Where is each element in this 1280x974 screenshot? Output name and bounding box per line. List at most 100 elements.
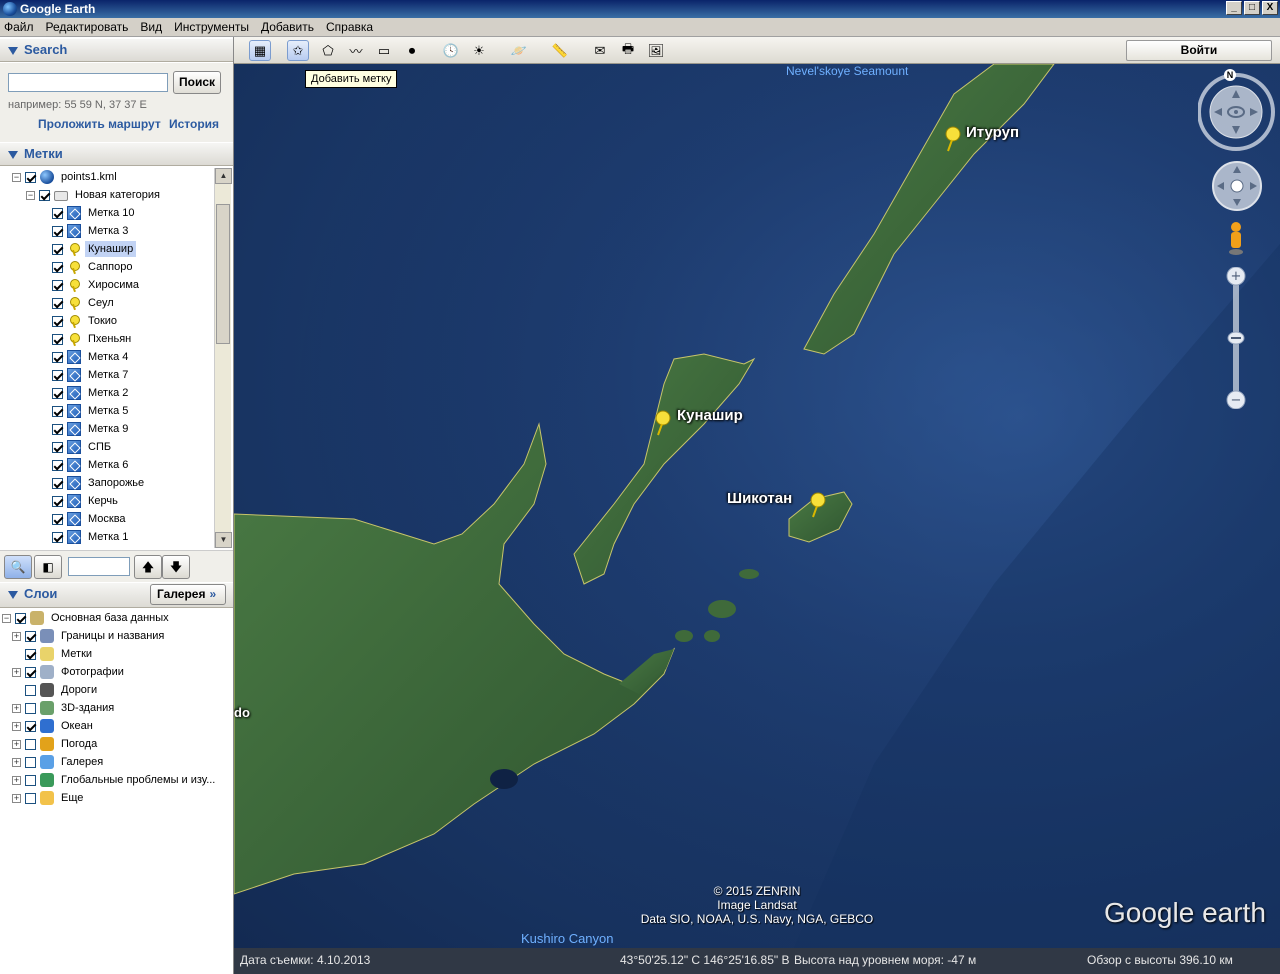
record-tour-icon[interactable]: ⏺ [401, 40, 423, 61]
search-button[interactable]: Поиск [173, 71, 221, 94]
move-up-button[interactable]: 🡅 [134, 555, 162, 579]
save-image-icon[interactable]: 🖼 [645, 40, 667, 61]
expand-icon[interactable]: + [12, 703, 21, 713]
maximize-button[interactable]: □ [1244, 1, 1260, 15]
checkbox[interactable] [52, 441, 63, 453]
list-item[interactable]: Метка 4 [52, 348, 131, 366]
list-item[interactable]: Метка 10 [52, 204, 138, 222]
compass-north-icon[interactable]: N [1224, 69, 1236, 81]
list-item[interactable]: Метка 3 [52, 222, 131, 240]
checkbox[interactable] [52, 279, 63, 291]
layer-item[interactable]: + Еще [12, 789, 86, 807]
checkbox[interactable] [25, 702, 36, 714]
panel-toggle-button[interactable]: ◧ [34, 555, 62, 579]
checkbox[interactable] [25, 756, 36, 768]
expand-icon[interactable]: + [12, 757, 21, 767]
list-item[interactable]: Токио [52, 312, 120, 330]
layer-item[interactable]: − Основная база данных [2, 609, 172, 627]
close-button[interactable]: X [1262, 1, 1278, 15]
login-button[interactable]: Войти [1126, 40, 1272, 61]
ruler-icon[interactable]: 📏 [549, 40, 571, 61]
expand-icon[interactable]: + [12, 775, 21, 785]
list-item[interactable]: Метка 7 [52, 366, 131, 384]
checkbox[interactable] [25, 648, 36, 660]
map-view[interactable]: Nevel'skoye Seamount Kushiro Canyon Итур… [234, 64, 1280, 948]
layer-item[interactable]: + Фотографии [12, 663, 127, 681]
list-item[interactable]: Хиросима [52, 276, 142, 294]
checkbox[interactable] [25, 684, 36, 696]
checkbox[interactable] [52, 333, 63, 345]
menu-edit[interactable]: Редактировать [46, 20, 129, 34]
layer-item[interactable]: + Границы и названия [12, 627, 167, 645]
checkbox[interactable] [25, 720, 36, 732]
street-view-pegman-icon[interactable] [1228, 222, 1244, 256]
places-search-input[interactable] [68, 557, 130, 576]
checkbox[interactable] [52, 351, 63, 363]
checkbox[interactable] [52, 405, 63, 417]
checkbox[interactable] [52, 243, 63, 255]
checkbox[interactable] [25, 738, 36, 750]
list-item[interactable]: Керчь [52, 492, 121, 510]
checkbox[interactable] [39, 189, 50, 201]
checkbox[interactable] [52, 297, 63, 309]
checkbox[interactable] [25, 630, 36, 642]
list-item[interactable]: Метка 6 [52, 456, 131, 474]
look-control[interactable] [1198, 72, 1278, 152]
list-item[interactable]: Запорожье [52, 474, 147, 492]
expand-icon[interactable]: + [12, 721, 21, 731]
add-placemark-icon[interactable]: ✩ [287, 40, 309, 61]
menu-tools[interactable]: Инструменты [174, 20, 249, 34]
label-kunashir[interactable]: Кунашир [677, 407, 743, 424]
layer-item[interactable]: +Дороги [12, 681, 100, 699]
places-scrollbar[interactable]: ▲ ▼ [214, 168, 232, 548]
list-item[interactable]: Саппоро [52, 258, 135, 276]
print-icon[interactable]: 🖶 [617, 40, 639, 61]
list-item[interactable]: Кунашир [52, 240, 137, 258]
places-search-button[interactable]: 🔍 [4, 555, 32, 579]
list-item[interactable]: Метка 9 [52, 420, 131, 438]
layer-item[interactable]: + Погода [12, 735, 100, 753]
sunlight-icon[interactable]: ☀ [468, 40, 490, 61]
checkbox[interactable] [25, 792, 36, 804]
list-item[interactable]: Метка 1 [52, 528, 131, 546]
menu-help[interactable]: Справка [326, 20, 373, 34]
history-link[interactable]: История [169, 117, 219, 131]
add-path-icon[interactable]: 〰 [345, 40, 367, 61]
gallery-button[interactable]: Галерея» [150, 584, 226, 605]
sidebar-toggle-icon[interactable]: ▦ [249, 40, 271, 61]
checkbox[interactable] [52, 225, 63, 237]
layer-item[interactable]: + Глобальные проблемы и изу... [12, 771, 218, 789]
layer-item[interactable]: +Метки [12, 645, 95, 663]
expand-icon[interactable]: + [12, 631, 21, 641]
email-icon[interactable]: ✉ [589, 40, 611, 61]
search-panel-header[interactable]: Search [0, 38, 233, 62]
checkbox[interactable] [52, 513, 63, 525]
checkbox[interactable] [52, 495, 63, 507]
move-down-button[interactable]: 🡇 [162, 555, 190, 579]
label-shikotan[interactable]: Шикотан [727, 490, 792, 507]
layer-item[interactable]: + Галерея [12, 753, 106, 771]
scroll-up-arrow-icon[interactable]: ▲ [215, 168, 232, 184]
layer-item[interactable]: +3D-здания [12, 699, 117, 717]
checkbox[interactable] [52, 459, 63, 471]
checkbox[interactable] [52, 477, 63, 489]
tree-folder[interactable]: − Новая категория [26, 186, 163, 204]
checkbox[interactable] [52, 531, 63, 543]
scroll-thumb[interactable] [216, 204, 230, 344]
label-iturup[interactable]: Итуруп [966, 124, 1019, 141]
zoom-slider[interactable]: + − [1226, 267, 1246, 409]
collapse-icon[interactable]: − [12, 172, 21, 182]
scroll-down-arrow-icon[interactable]: ▼ [215, 532, 232, 548]
list-item[interactable]: СПБ [52, 438, 114, 456]
checkbox[interactable] [25, 774, 36, 786]
add-polygon-icon[interactable]: ⬠ [317, 40, 339, 61]
checkbox[interactable] [52, 315, 63, 327]
menu-view[interactable]: Вид [140, 20, 162, 34]
historical-imagery-icon[interactable]: 🕓 [440, 40, 462, 61]
layer-item[interactable]: + Океан [12, 717, 96, 735]
collapse-icon[interactable]: − [2, 613, 11, 623]
expand-icon[interactable]: + [12, 667, 21, 677]
search-input[interactable] [8, 73, 168, 92]
checkbox[interactable] [52, 387, 63, 399]
checkbox[interactable] [15, 612, 26, 624]
